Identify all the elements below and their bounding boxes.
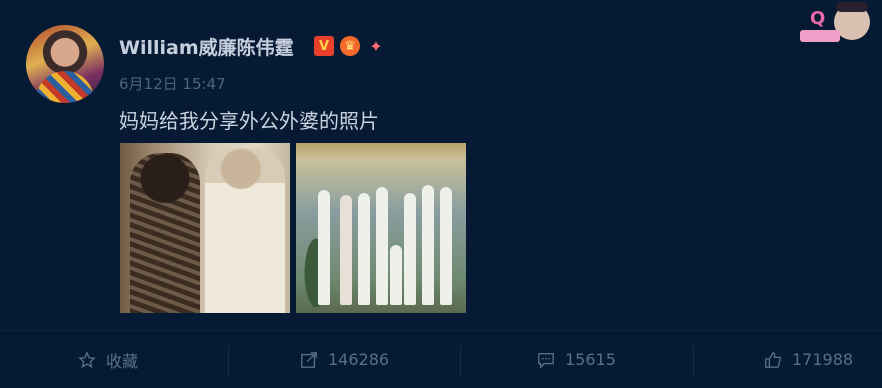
repost-count: 146286 [328,350,390,369]
post-text: 妈妈给我分享外公外婆的照片 [119,109,379,133]
user-badges: V ♛ ✦ [314,36,386,56]
photo-figure [318,190,330,305]
comment-count: 15615 [565,350,616,369]
favorite-button[interactable]: 收藏 [78,331,138,388]
weibo-post: William威廉陈伟霆 V ♛ ✦ 6月12日 15:47 妈妈给我分享外公外… [0,0,882,330]
share-arrow-icon [301,351,317,368]
action-bar: 收藏 146286 15615 171988 [0,330,882,388]
like-button[interactable]: 171988 [764,331,853,388]
comment-icon [538,352,554,369]
action-divider [693,345,694,377]
photo-figure [440,187,452,305]
photo-figure [404,193,416,305]
svg-text:Q: Q [810,8,825,29]
action-divider [228,345,229,377]
thumbs-up-icon [765,351,782,368]
photo-figure-man [205,148,285,313]
post-timestamp[interactable]: 6月12日 15:47 [119,73,226,94]
photo-figure [422,185,434,305]
action-divider [460,345,461,377]
photo-figure [376,187,388,305]
repost-button[interactable]: 146286 [300,331,389,388]
sticker-avatar-icon: Q [800,2,870,42]
gift-icon[interactable]: ✦ [366,36,386,56]
comment-button[interactable]: 15615 [537,331,616,388]
photo-family-group[interactable] [296,143,466,313]
like-count: 171988 [792,350,854,369]
favorite-label: 收藏 [106,351,139,371]
photo-figure [340,195,352,305]
username[interactable]: William威廉陈伟霆 [119,33,294,60]
photo-figure [358,193,370,305]
avatar[interactable] [26,25,104,103]
vip-v-icon[interactable]: V [314,36,334,56]
photo-figure-child [390,245,402,305]
avatar-shirt [36,71,94,103]
crown-icon[interactable]: ♛ [340,36,360,56]
star-icon [78,350,96,368]
photo-plant [296,213,336,313]
photo-figure-woman [130,153,200,313]
photo-grandparents-portrait[interactable] [120,143,290,313]
